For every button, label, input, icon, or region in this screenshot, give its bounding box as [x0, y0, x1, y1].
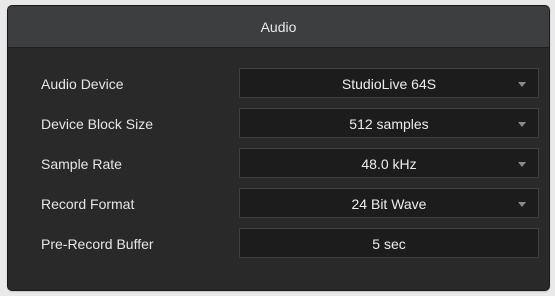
record-format-value: 24 Bit Wave: [351, 196, 427, 212]
device-block-size-value: 512 samples: [349, 116, 429, 132]
setting-row-record-format: Record Format 24 Bit Wave: [8, 188, 549, 220]
setting-row-pre-record-buffer: Pre-Record Buffer 5 sec: [8, 228, 549, 260]
audio-device-dropdown[interactable]: StudioLive 64S: [239, 68, 539, 98]
record-format-label: Record Format: [41, 196, 135, 212]
chevron-down-icon: [518, 162, 526, 167]
device-block-size-label: Device Block Size: [41, 116, 154, 132]
audio-device-value: StudioLive 64S: [341, 76, 437, 92]
setting-row-audio-device: Audio Device StudioLive 64S: [8, 68, 549, 100]
panel-title: Audio: [260, 18, 297, 35]
panel-header: Audio: [8, 6, 549, 48]
sample-rate-label: Sample Rate: [41, 156, 122, 172]
record-format-dropdown[interactable]: 24 Bit Wave: [239, 188, 539, 218]
pre-record-buffer-value: 5 sec: [372, 236, 406, 252]
pre-record-buffer-field[interactable]: 5 sec: [239, 228, 539, 258]
setting-row-device-block-size: Device Block Size 512 samples: [8, 108, 549, 140]
setting-row-sample-rate: Sample Rate 48.0 kHz: [8, 148, 549, 180]
audio-settings-panel: Audio Audio Device StudioLive 64S Device…: [8, 6, 549, 290]
pre-record-buffer-label: Pre-Record Buffer: [41, 236, 154, 252]
sample-rate-dropdown[interactable]: 48.0 kHz: [239, 148, 539, 178]
device-block-size-dropdown[interactable]: 512 samples: [239, 108, 539, 138]
sample-rate-value: 48.0 kHz: [361, 156, 417, 172]
chevron-down-icon: [518, 202, 526, 207]
chevron-down-icon: [518, 122, 526, 127]
audio-device-label: Audio Device: [41, 76, 124, 92]
chevron-down-icon: [518, 82, 526, 87]
